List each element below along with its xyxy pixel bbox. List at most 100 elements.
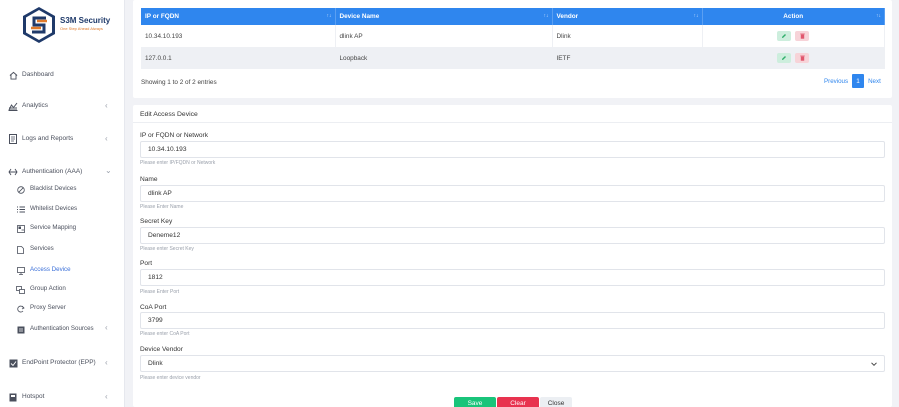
chevron-down-icon: ⌄ [105, 166, 112, 175]
clear-button[interactable]: Clear [497, 397, 539, 407]
cell-device-name: Loopback [335, 47, 553, 69]
sidebar-item-whitelist-devices[interactable]: Whitelist Devices [0, 202, 125, 216]
port-label: Port [140, 260, 153, 267]
sidebar-sub-label: Blacklist Devices [30, 185, 77, 192]
column-header-ip[interactable]: IP or FQDN ↑↓ [141, 8, 336, 25]
brand[interactable]: S3M Security One Step Ahead Always [20, 6, 120, 50]
sidebar-item-group-action[interactable]: Group Action [0, 282, 125, 296]
name-field[interactable]: dlink AP [140, 185, 885, 202]
column-header-action[interactable]: Action ↑↓ [702, 8, 885, 25]
device-vendor-value: Dlink [148, 360, 163, 367]
sidebar-item-dashboard[interactable]: Dashboard [0, 67, 125, 83]
cell-action [702, 25, 885, 47]
home-icon [8, 70, 18, 80]
sidebar-sub-label: Access Device [30, 266, 71, 273]
sort-icon: ↑↓ [326, 13, 332, 19]
brand-tagline: One Step Ahead Always [60, 26, 103, 31]
sidebar-item-label: Analytics [22, 102, 49, 109]
delete-button[interactable] [795, 53, 810, 63]
chevron-left-icon: ‹ [105, 358, 108, 367]
edit-button[interactable] [777, 31, 792, 41]
sidebar-sub-label: Proxy Server [30, 304, 66, 311]
sidebar-item-proxy-server[interactable]: Proxy Server [0, 301, 125, 315]
column-header-label: IP or FQDN [145, 13, 179, 20]
access-devices-table: IP or FQDN ↑↓ Device Name ↑↓ Vendor ↑↓ Acti… [141, 8, 885, 69]
document-icon [8, 134, 18, 144]
coa-port-field[interactable]: 3799 [140, 312, 885, 329]
sidebar-item-analytics[interactable]: Analytics ‹ [0, 98, 125, 114]
redo-icon [16, 304, 25, 313]
sidebar-sub-label: Authentication Sources [30, 325, 94, 332]
sidebar-item-authentication-sources[interactable]: Authentication Sources ‹ [0, 322, 125, 336]
cell-ip: 127.0.0.1 [141, 47, 336, 69]
column-header-device-name[interactable]: Device Name ↑↓ [335, 8, 553, 25]
cell-ip: 10.34.10.193 [141, 25, 336, 47]
sidebar-item-service-mapping[interactable]: Service Mapping [0, 221, 125, 235]
brand-name: S3M Security [60, 16, 111, 25]
sidebar: S3M Security One Step Ahead Always Dashb… [0, 0, 125, 407]
hotspot-icon [8, 392, 18, 402]
trash-icon [799, 55, 805, 61]
arrows-icon [8, 167, 18, 177]
coa-port-help: Please enter CoA Port [140, 331, 190, 337]
sidebar-item-label: Hotspot [22, 393, 45, 400]
secret-key-label: Secret Key [140, 218, 173, 225]
close-button[interactable]: Close [540, 397, 572, 407]
chevron-left-icon: ‹ [105, 101, 108, 110]
save-button[interactable]: Save [454, 397, 496, 407]
sidebar-item-access-device[interactable]: Access Device [0, 263, 125, 277]
port-help: Please Enter Port [140, 289, 180, 295]
cell-vendor: IETF [552, 47, 703, 69]
mapping-icon [16, 224, 25, 233]
group-action-icon [16, 285, 25, 294]
sidebar-item-blacklist-devices[interactable]: Blacklist Devices [0, 182, 125, 196]
device-vendor-help: Please enter device vendor [140, 375, 201, 381]
ip-label: IP or FQDN or Network [140, 132, 209, 139]
secret-key-field[interactable]: Deneme12 [140, 227, 885, 244]
column-header-vendor[interactable]: Vendor ↑↓ [552, 8, 703, 25]
delete-button[interactable] [795, 31, 810, 41]
pagination-previous[interactable]: Previous [824, 78, 848, 85]
chevron-down-icon [870, 359, 878, 374]
sidebar-sub-label: Services [30, 245, 54, 252]
sidebar-item-label: Dashboard [22, 71, 54, 78]
port-field[interactable]: 1812 [140, 269, 885, 286]
sidebar-item-logs[interactable]: Logs and Reports ‹ [0, 131, 125, 147]
sidebar-sub-label: Group Action [30, 285, 66, 292]
sidebar-sub-label: Whitelist Devices [30, 205, 78, 212]
logo-icon [23, 7, 55, 43]
edit-access-device-form: Edit Access Device IP or FQDN or Network… [133, 105, 892, 407]
pagination: Previous 1 Next [824, 74, 881, 88]
form-title: Edit Access Device [140, 111, 198, 118]
sort-icon: ↑↓ [543, 13, 549, 19]
access-devices-table-card: IP or FQDN ↑↓ Device Name ↑↓ Vendor ↑↓ Acti… [133, 0, 892, 98]
access-device-icon [16, 266, 25, 275]
column-header-label: Vendor [556, 13, 579, 20]
device-vendor-select[interactable]: Dlink [140, 355, 885, 372]
sidebar-item-label: Authentication (AAA) [22, 168, 83, 175]
chevron-left-icon: ‹ [105, 323, 108, 332]
table-info: Showing 1 to 2 of 2 entries [141, 79, 217, 86]
list-icon [16, 205, 25, 214]
pencil-icon [782, 56, 787, 60]
divider [133, 122, 892, 123]
ip-field[interactable]: 10.34.10.193 [140, 141, 885, 158]
trash-icon [799, 33, 805, 39]
cell-action [702, 47, 885, 69]
ip-help: Please enter IP/FQDN or Network [140, 160, 216, 166]
sidebar-item-authentication[interactable]: Authentication (AAA) ⌄ [0, 164, 125, 180]
sidebar-item-services[interactable]: Services [0, 242, 125, 256]
pencil-icon [782, 34, 787, 38]
name-help: Please Enter Name [140, 204, 184, 210]
sidebar-item-epp[interactable]: EndPoint Protector (EPP) ‹ [0, 355, 125, 371]
column-header-label: Device Name [339, 13, 380, 20]
chart-icon [8, 101, 18, 111]
sort-icon: ↑↓ [876, 13, 881, 19]
pagination-next[interactable]: Next [868, 78, 881, 85]
shield-icon [8, 358, 18, 368]
sidebar-item-label: EndPoint Protector (EPP) [22, 359, 96, 366]
edit-button[interactable] [777, 53, 792, 63]
sidebar-item-hotspot[interactable]: Hotspot ‹ [0, 389, 125, 405]
coa-port-label: CoA Port [140, 304, 167, 311]
pagination-page[interactable]: 1 [852, 74, 865, 88]
